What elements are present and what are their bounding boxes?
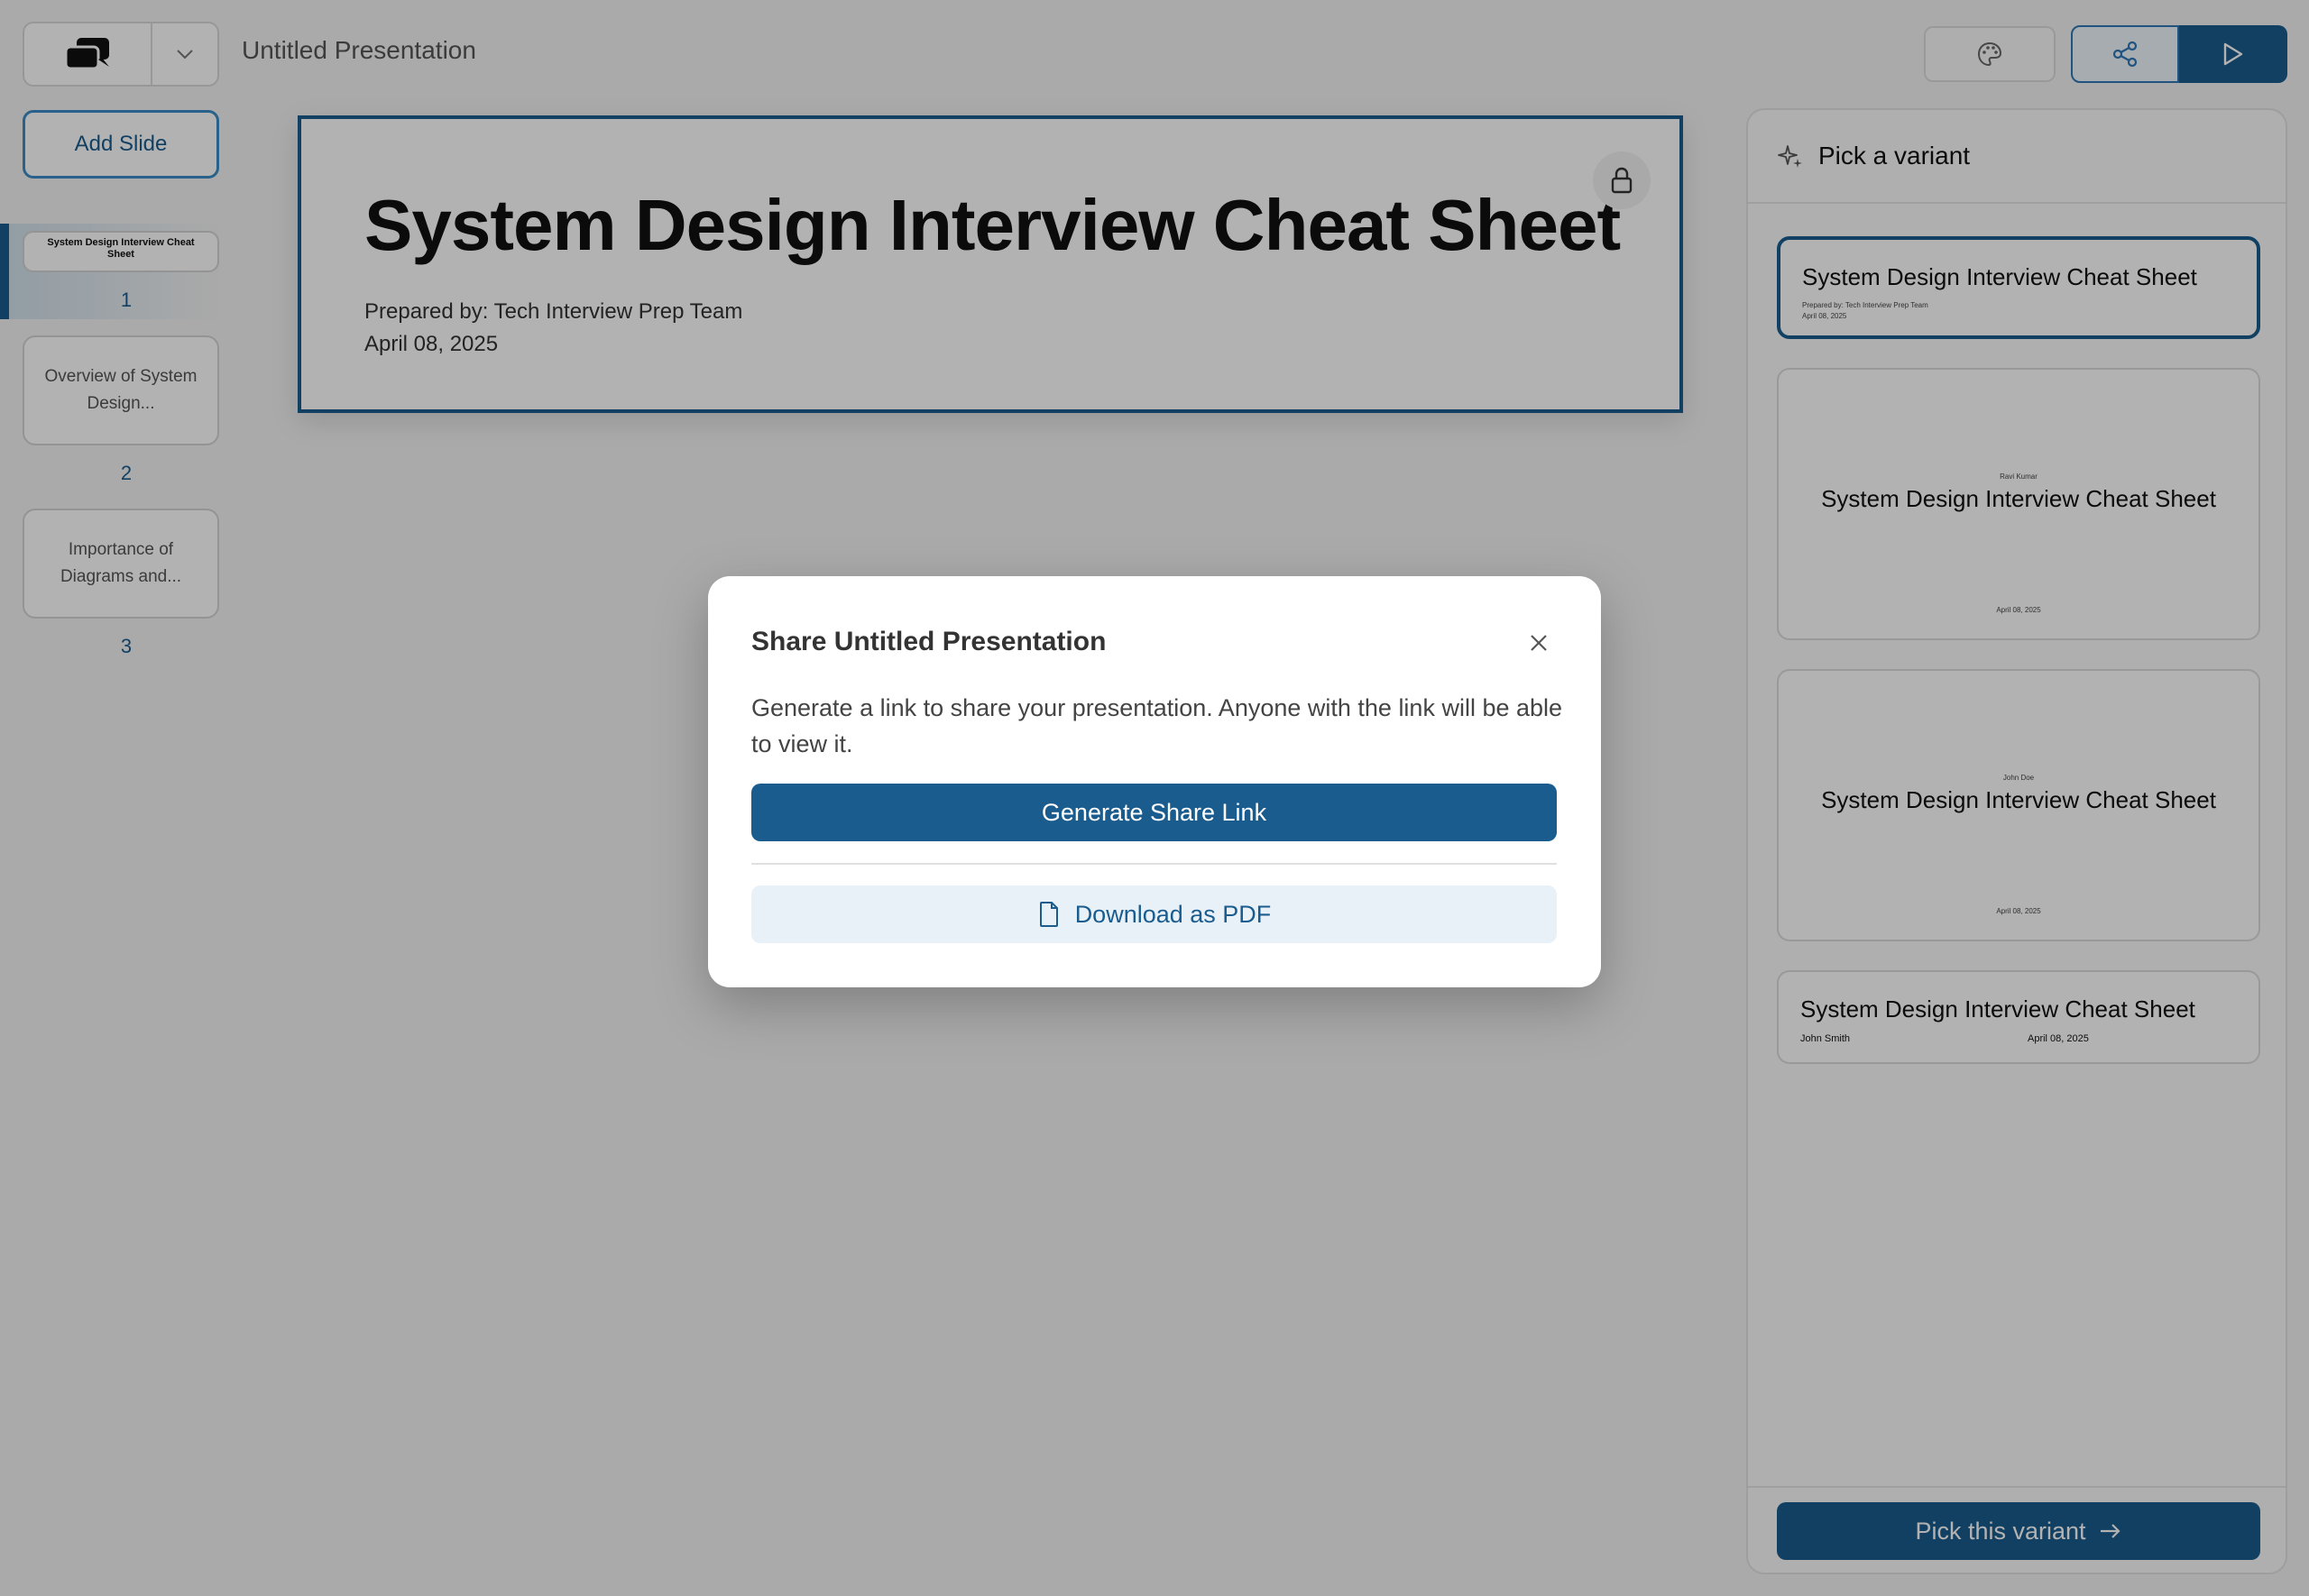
file-icon — [1039, 902, 1058, 927]
download-pdf-label: Download as PDF — [1074, 900, 1272, 928]
share-dialog-description: Generate a link to share your presentati… — [751, 694, 1563, 757]
close-button[interactable] — [1522, 627, 1555, 659]
download-pdf-button[interactable]: Download as PDF — [751, 885, 1557, 943]
divider — [751, 863, 1557, 865]
share-dialog-title: Share Untitled Presentation — [751, 627, 1107, 656]
generate-share-link-button[interactable]: Generate Share Link — [751, 784, 1557, 841]
share-dialog: Share Untitled Presentation Generate a l… — [708, 576, 1601, 987]
close-icon — [1531, 635, 1547, 651]
